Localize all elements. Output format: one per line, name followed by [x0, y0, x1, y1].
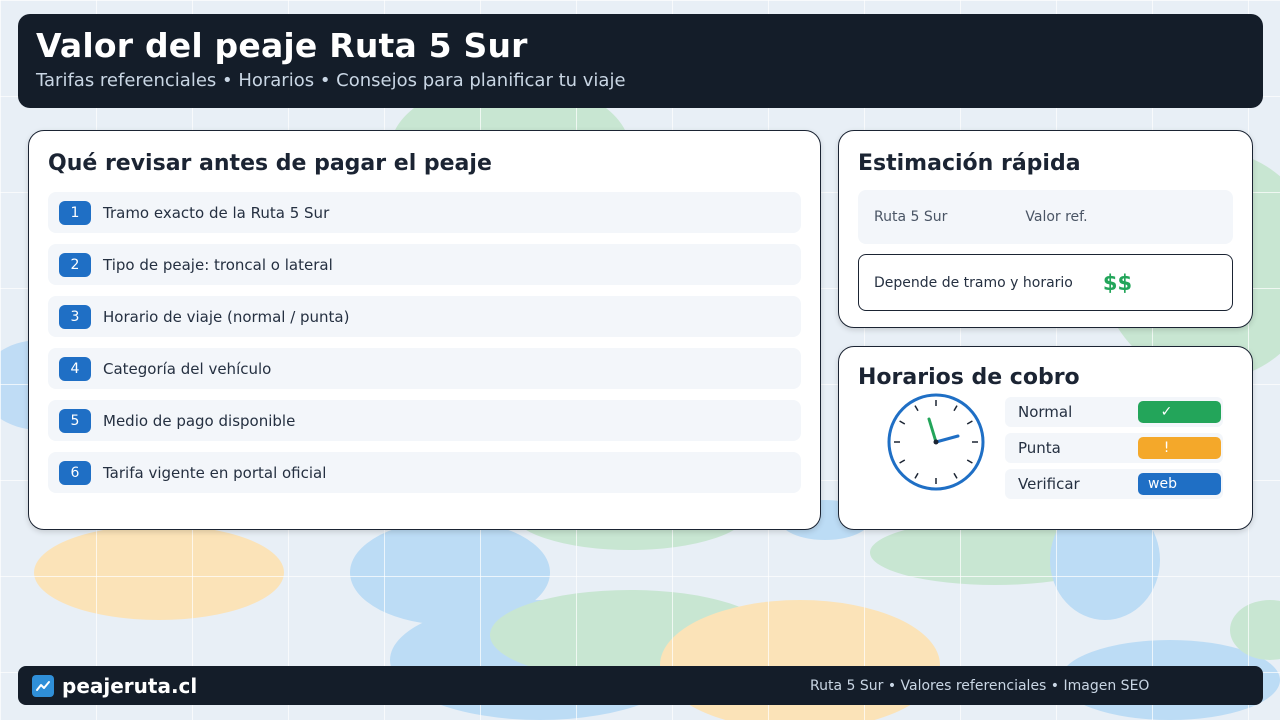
checklist-item: 4 Categoría del vehículo — [48, 348, 801, 389]
chart-line-icon — [32, 674, 54, 697]
brand-name[interactable]: peajeruta.cl — [62, 674, 197, 698]
schedule-label: Punta — [1018, 439, 1061, 457]
schedule-row-punta: Punta ! — [1005, 433, 1223, 463]
checklist-item: 2 Tipo de peaje: troncal o lateral — [48, 244, 801, 285]
item-label: Tramo exacto de la Ruta 5 Sur — [103, 203, 330, 222]
status-badge: ! — [1138, 437, 1221, 459]
clock-icon — [887, 393, 985, 491]
item-number-badge: 1 — [59, 200, 91, 225]
item-label: Categoría del vehículo — [103, 359, 272, 378]
checklist-item: 3 Horario de viaje (normal / punta) — [48, 296, 801, 337]
estimate-title: Estimación rápida — [858, 151, 1081, 176]
item-number-badge: 2 — [59, 252, 91, 277]
checklist-title: Qué revisar antes de pagar el peaje — [48, 151, 492, 176]
checklist-item: 1 Tramo exacto de la Ruta 5 Sur — [48, 192, 801, 233]
checklist-item: 5 Medio de pago disponible — [48, 400, 801, 441]
item-number-badge: 3 — [59, 304, 91, 329]
status-badge: ✓ — [1138, 401, 1221, 423]
estimate-result-box: Depende de tramo y horario $$ — [858, 254, 1233, 311]
estimate-note: Depende de tramo y horario — [874, 274, 1073, 291]
footer-bar: peajeruta.cl Ruta 5 Sur • Valores refere… — [18, 666, 1263, 705]
estimate-value-label: Valor ref. — [1025, 209, 1088, 225]
footer-note: Ruta 5 Sur • Valores referenciales • Ima… — [810, 677, 1150, 694]
checklist-card: Qué revisar antes de pagar el peaje 1 Tr… — [28, 130, 821, 530]
page-title: Valor del peaje Ruta 5 Sur — [36, 26, 528, 65]
schedule-card: Horarios de cobro Normal ✓ Punta ! Verif… — [838, 346, 1253, 530]
item-label: Horario de viaje (normal / punta) — [103, 307, 350, 326]
item-number-badge: 4 — [59, 356, 91, 381]
item-label: Tipo de peaje: troncal o lateral — [103, 255, 333, 274]
schedule-row-normal: Normal ✓ — [1005, 397, 1223, 427]
status-badge: web — [1138, 473, 1221, 495]
price-symbol: $$ — [1102, 270, 1133, 295]
schedule-title: Horarios de cobro — [858, 365, 1080, 390]
checklist-item: 6 Tarifa vigente en portal oficial — [48, 452, 801, 493]
schedule-label: Verificar — [1018, 475, 1080, 493]
item-label: Medio de pago disponible — [103, 411, 296, 430]
schedule-label: Normal — [1018, 403, 1073, 421]
item-label: Tarifa vigente en portal oficial — [103, 463, 327, 482]
estimate-route-label: Ruta 5 Sur — [874, 209, 948, 225]
item-number-badge: 5 — [59, 408, 91, 433]
estimate-header-row: Ruta 5 Sur Valor ref. — [858, 190, 1233, 244]
item-number-badge: 6 — [59, 460, 91, 485]
estimate-card: Estimación rápida Ruta 5 Sur Valor ref. … — [838, 130, 1253, 328]
schedule-row-verificar: Verificar web — [1005, 469, 1223, 499]
page-header: Valor del peaje Ruta 5 Sur Tarifas refer… — [18, 14, 1263, 108]
schedule-list: Normal ✓ Punta ! Verificar web — [1005, 397, 1223, 505]
page-subtitle: Tarifas referenciales • Horarios • Conse… — [36, 70, 626, 91]
